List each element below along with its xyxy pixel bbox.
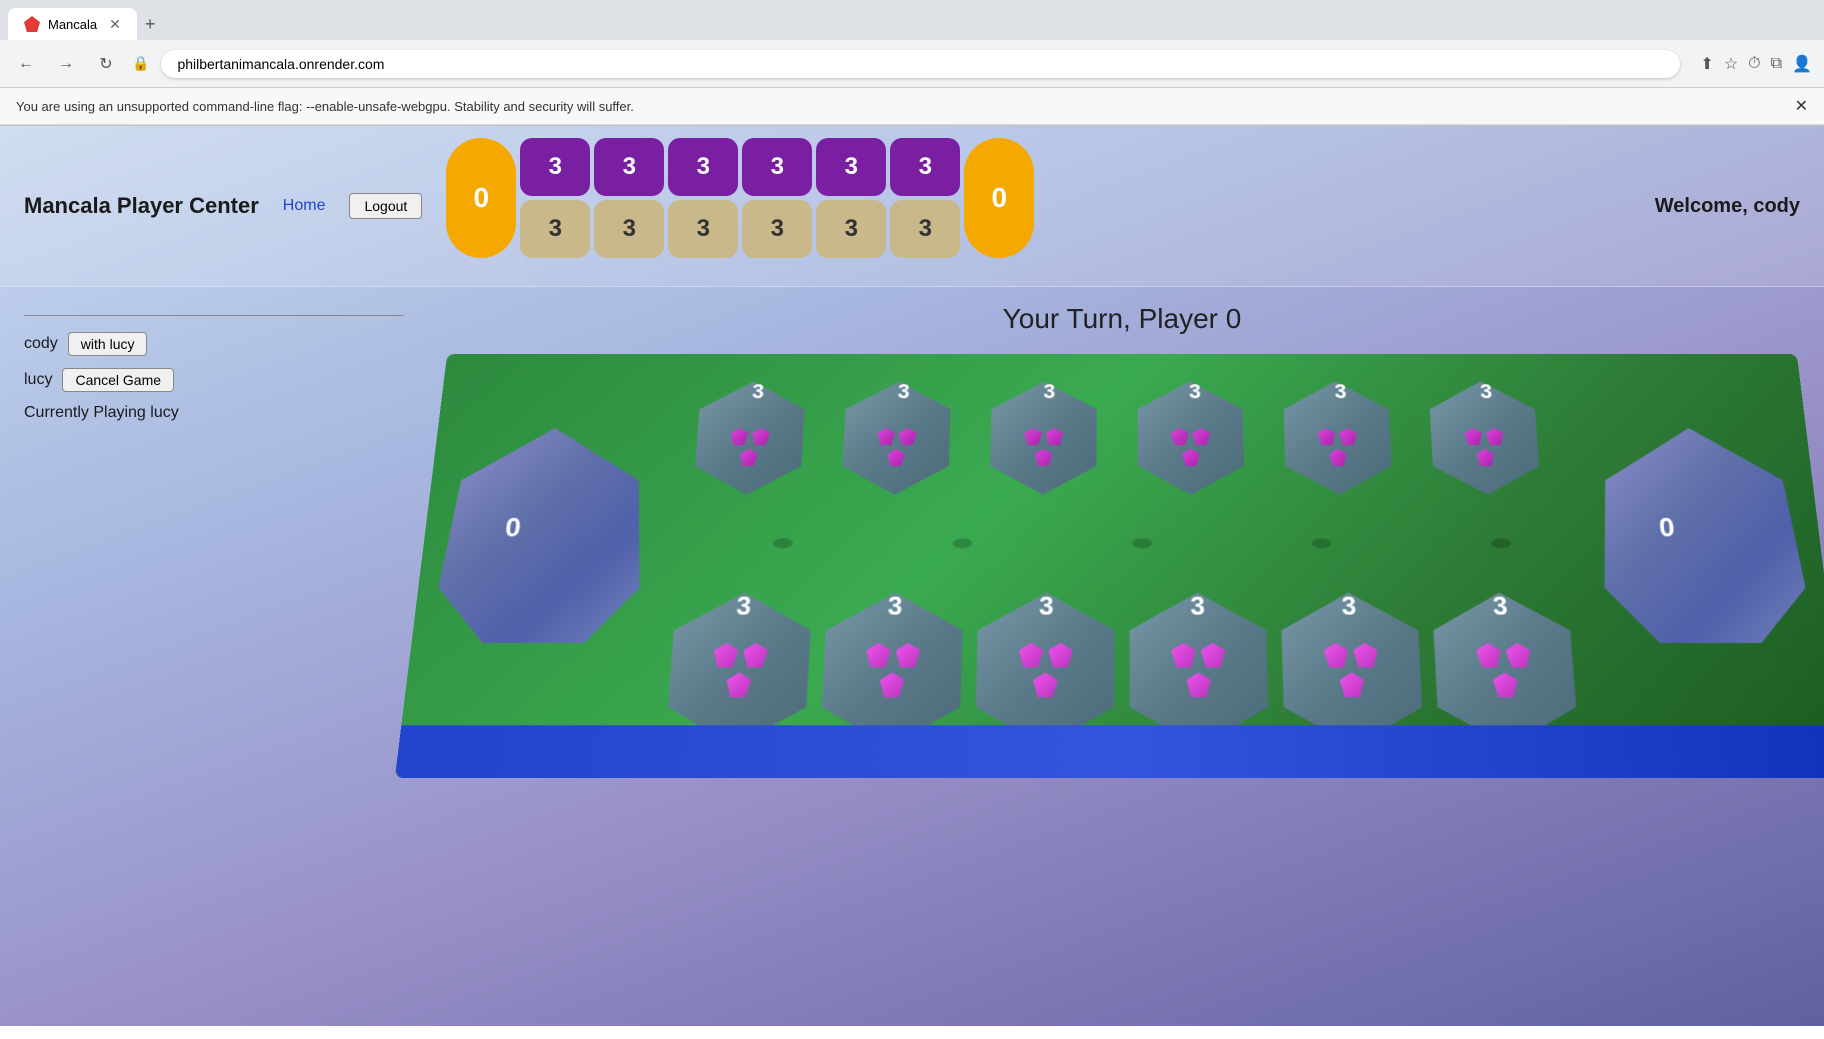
- store-left-score: 0: [474, 182, 490, 214]
- polyhedron-right: [1591, 428, 1812, 643]
- pit-3d-top-5[interactable]: 3: [1422, 381, 1557, 504]
- sidebar-divider: [24, 315, 404, 316]
- pit-3d-top-0[interactable]: 3: [686, 381, 821, 504]
- pit-bot-2[interactable]: 3: [668, 200, 738, 258]
- board-3d: 0 0 3: [395, 354, 1824, 778]
- timer-icon[interactable]: ⏱: [1748, 55, 1760, 73]
- pit-top-1[interactable]: 3: [594, 138, 664, 196]
- board-ui: 0 3 3 3 3 3 3 3 3 3 3 3 3: [446, 138, 1034, 258]
- bottom-pits-row: 3 3 3 3 3 3: [520, 200, 960, 258]
- refresh-button[interactable]: ↻: [92, 50, 120, 78]
- pit-top-2[interactable]: 3: [668, 138, 738, 196]
- pit-top-0[interactable]: 3: [520, 138, 590, 196]
- game-area: Your Turn, Player 0 0 0: [420, 287, 1824, 1026]
- lock-icon: 🔒: [132, 55, 149, 72]
- forward-button[interactable]: →: [52, 50, 80, 78]
- turn-text: Your Turn, Player 0: [1003, 303, 1242, 335]
- store-right: 0: [964, 138, 1034, 258]
- pit-3d-top-1[interactable]: 3: [835, 381, 967, 504]
- store-right-score: 0: [992, 182, 1008, 214]
- app-content: Mancala Player Center Home Logout 0 3 3 …: [0, 126, 1824, 1026]
- pit-bot-5[interactable]: 3: [890, 200, 960, 258]
- tab-favicon: [24, 16, 40, 32]
- warning-text: You are using an unsupported command-lin…: [16, 99, 634, 114]
- player1-row: cody with lucy: [24, 332, 396, 356]
- player1-name: cody: [24, 335, 58, 353]
- store-3d-left: 0: [432, 428, 653, 643]
- bookmark-icon[interactable]: ☆: [1724, 54, 1738, 74]
- store-3d-right-score: 0: [1658, 512, 1677, 543]
- warning-bar: You are using an unsupported command-lin…: [0, 88, 1824, 125]
- store-3d-left-score: 0: [504, 512, 523, 543]
- pit-bot-4[interactable]: 3: [816, 200, 886, 258]
- home-link[interactable]: Home: [283, 197, 326, 215]
- pit-bot-3[interactable]: 3: [742, 200, 812, 258]
- pit-bot-1[interactable]: 3: [594, 200, 664, 258]
- cancel-game-button[interactable]: Cancel Game: [62, 368, 174, 392]
- address-bar: ← → ↻ 🔒 ⬆ ☆ ⏱ ⧉ 👤: [0, 40, 1824, 88]
- back-button[interactable]: ←: [12, 50, 40, 78]
- logout-button[interactable]: Logout: [349, 193, 422, 219]
- tab-close-btn[interactable]: ✕: [109, 16, 121, 33]
- player2-name: lucy: [24, 371, 52, 389]
- url-input[interactable]: [161, 50, 1680, 78]
- pit-top-4[interactable]: 3: [816, 138, 886, 196]
- new-tab-btn[interactable]: +: [145, 14, 156, 35]
- pit-top-5[interactable]: 3: [890, 138, 960, 196]
- store-3d-right: 0: [1591, 428, 1812, 643]
- player2-row: lucy Cancel Game: [24, 368, 396, 392]
- sidebar: cody with lucy lucy Cancel Game Currentl…: [0, 287, 420, 1026]
- close-warning-btn[interactable]: ✕: [1795, 96, 1808, 116]
- pit-3d-top-4[interactable]: 3: [1277, 381, 1409, 504]
- profile-icon[interactable]: 👤: [1792, 54, 1812, 74]
- share-icon[interactable]: ⬆: [1700, 54, 1713, 74]
- tab-title: Mancala: [48, 17, 97, 32]
- tab-bar: Mancala ✕ +: [0, 0, 1824, 40]
- browser-chrome: Mancala ✕ + ← → ↻ 🔒 ⬆ ☆ ⏱ ⧉ 👤 You are us…: [0, 0, 1824, 126]
- board-bottom-strip: [395, 725, 1824, 778]
- with-lucy-button[interactable]: with lucy: [68, 332, 148, 356]
- currently-playing-text: Currently Playing lucy: [24, 404, 396, 422]
- app-header: Mancala Player Center Home Logout 0 3 3 …: [0, 126, 1824, 287]
- pit-3d-top-2[interactable]: 3: [983, 381, 1112, 504]
- store-left: 0: [446, 138, 516, 258]
- pit-3d-top-3[interactable]: 3: [1132, 381, 1261, 504]
- top-pits-3d-row: 3 3: [676, 381, 1567, 504]
- pits-3d-area: 3 3: [656, 381, 1588, 756]
- top-pits-row: 3 3 3 3 3 3: [520, 138, 960, 196]
- pit-top-3[interactable]: 3: [742, 138, 812, 196]
- pits-area: 3 3 3 3 3 3 3 3 3 3 3 3: [520, 138, 960, 258]
- app-title: Mancala Player Center: [24, 193, 259, 219]
- active-tab[interactable]: Mancala ✕: [8, 8, 137, 40]
- split-view-icon[interactable]: ⧉: [1771, 55, 1782, 73]
- main-area: cody with lucy lucy Cancel Game Currentl…: [0, 287, 1824, 1026]
- browser-actions: ⬆ ☆ ⏱ ⧉ 👤: [1700, 54, 1812, 74]
- pit-bot-0[interactable]: 3: [520, 200, 590, 258]
- welcome-message: Welcome, cody: [1655, 195, 1800, 218]
- polyhedron-left: [432, 428, 653, 643]
